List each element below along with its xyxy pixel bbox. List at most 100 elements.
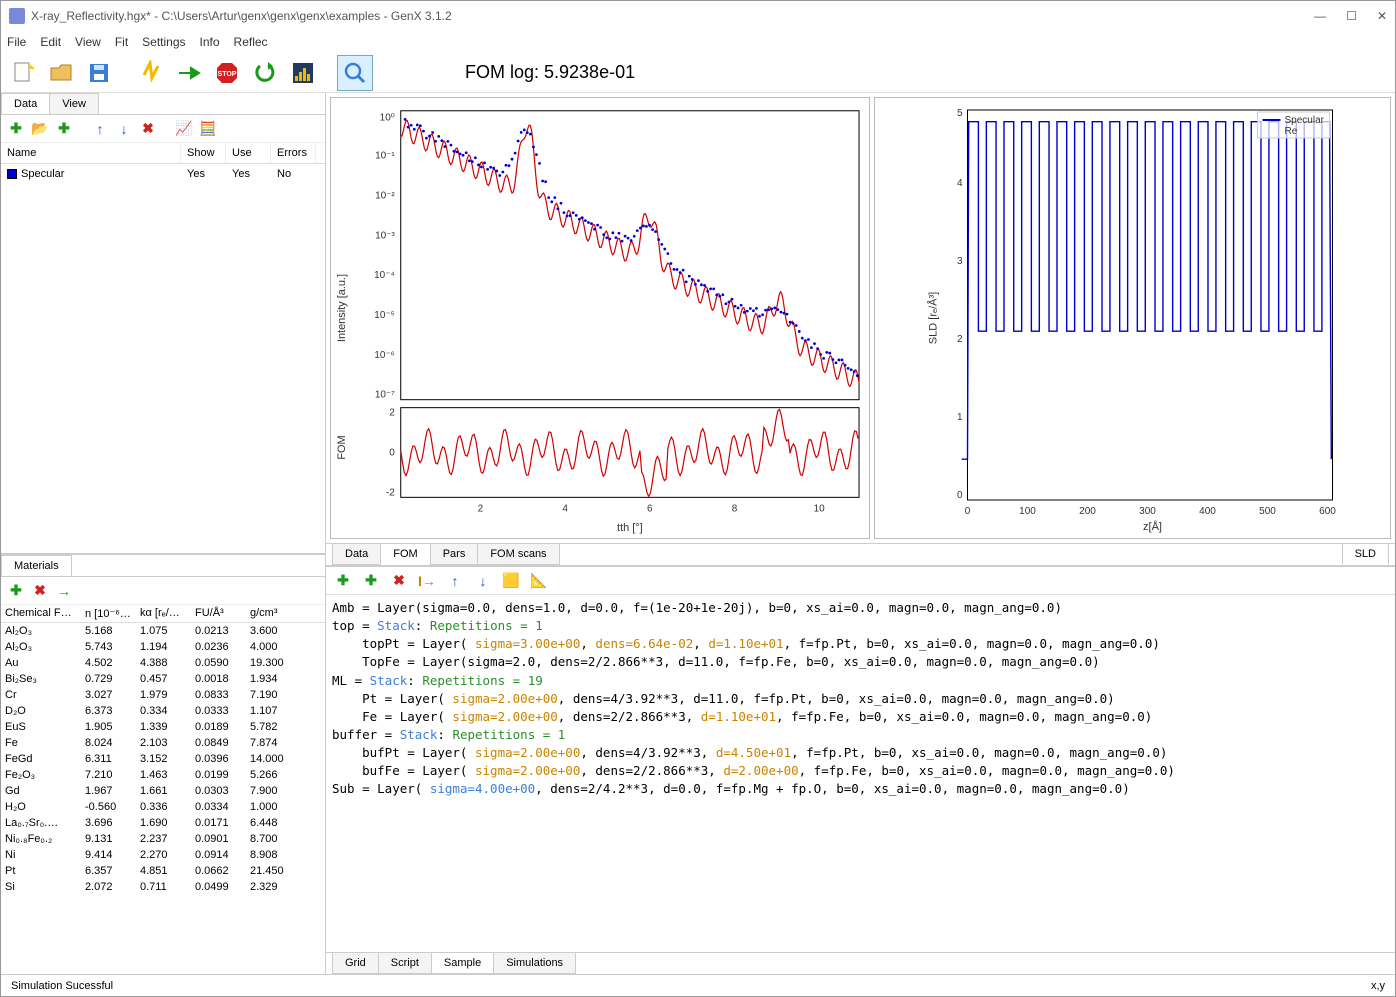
calc-button[interactable]: 🧮 [197, 118, 219, 140]
reflectivity-plot[interactable]: Intensity [a.u.] FOM tth [°] 10⁻⁷10⁻⁶10⁻… [330, 97, 870, 539]
materials-row[interactable]: EuS1.9051.3390.01895.782 [1, 719, 325, 735]
dataset-row[interactable]: Specular Yes Yes No [1, 164, 325, 184]
refl-xlabel: tth [°] [617, 522, 643, 534]
delete-material-button[interactable]: ✖ [29, 580, 51, 602]
tab-grid[interactable]: Grid [332, 952, 379, 974]
plot-tab-pars[interactable]: Pars [430, 543, 479, 565]
materials-row[interactable]: Si2.0720.7110.04992.329 [1, 879, 325, 895]
tab-materials[interactable]: Materials [1, 555, 72, 576]
materials-row[interactable]: FeGd6.3113.1520.039614.000 [1, 751, 325, 767]
instrument-settings-button[interactable]: 📐 [528, 570, 550, 592]
materials-row[interactable]: Fe8.0242.1030.08497.874 [1, 735, 325, 751]
menubar: File Edit View Fit Settings Info Reflec [1, 31, 1395, 53]
delete-dataset-button[interactable]: ✖ [137, 118, 159, 140]
tab-view[interactable]: View [49, 93, 99, 114]
import-dataset-button[interactable]: 📂 [29, 118, 51, 140]
materials-row[interactable]: Al₂O₃5.7431.1940.02364.000 [1, 639, 325, 655]
status-message: Simulation Sucessful [11, 980, 113, 992]
mat-col-density[interactable]: g/cm³ [246, 605, 301, 622]
svg-text:3: 3 [957, 256, 963, 267]
stop-fit-button[interactable]: STOP [209, 55, 245, 91]
svg-text:-2: -2 [386, 487, 395, 498]
bottom-tabs: Grid Script Sample Simulations [326, 952, 1395, 974]
materials-row[interactable]: Fe₂O₃7.2101.4630.01995.266 [1, 767, 325, 783]
svg-text:0: 0 [957, 490, 963, 501]
tab-data[interactable]: Data [1, 93, 50, 114]
dataset-col-name[interactable]: Name [1, 143, 181, 163]
move-layer-up-button[interactable]: ↑ [444, 570, 466, 592]
mat-col-formula[interactable]: Chemical F… [1, 605, 81, 622]
open-file-button[interactable] [43, 55, 79, 91]
materials-table[interactable]: Chemical F… n [10⁻⁶… kα [rₑ/… FU/Å³ g/cm… [1, 605, 325, 974]
materials-row[interactable]: Al₂O₃5.1681.0750.02133.600 [1, 623, 325, 639]
materials-row[interactable]: Gd1.9671.6610.03037.900 [1, 783, 325, 799]
tab-sample[interactable]: Sample [431, 952, 494, 974]
close-button[interactable]: ✕ [1377, 9, 1387, 23]
rename-layer-button[interactable]: I→ [416, 570, 438, 592]
save-file-button[interactable] [81, 55, 117, 91]
dataset-col-errors[interactable]: Errors [271, 143, 316, 163]
materials-row[interactable]: H₂O-0.5600.3360.03341.000 [1, 799, 325, 815]
simulate-button[interactable] [133, 55, 169, 91]
materials-row[interactable]: Ni9.4142.2700.09148.908 [1, 847, 325, 863]
sample-code[interactable]: Amb = Layer(sigma=0.0, dens=1.0, d=0.0, … [326, 595, 1395, 952]
analyze-button[interactable] [285, 55, 321, 91]
maximize-button[interactable]: ☐ [1346, 9, 1357, 23]
tab-simulations[interactable]: Simulations [493, 952, 576, 974]
move-down-button[interactable]: ↓ [113, 118, 135, 140]
svg-text:100: 100 [1019, 506, 1036, 517]
add-layer-button[interactable]: ✚ [332, 570, 354, 592]
sample-settings-button[interactable]: 🟨 [500, 570, 522, 592]
mat-col-ka[interactable]: kα [rₑ/… [136, 605, 191, 622]
sld-ylabel: SLD [rₑ/Å³] [927, 292, 940, 344]
sample-toolbar: ✚ ✚ ✖ I→ ↑ ↓ 🟨 📐 [326, 567, 1395, 595]
mat-col-fu[interactable]: FU/Å³ [191, 605, 246, 622]
menu-edit[interactable]: Edit [40, 35, 61, 49]
apply-material-button[interactable]: → [53, 580, 75, 602]
dataset-toolbar: ✚ 📂 ✚ ↑ ↓ ✖ 📈 🧮 [1, 115, 325, 143]
materials-row[interactable]: Au4.5024.3880.059019.300 [1, 655, 325, 671]
duplicate-dataset-button[interactable]: ✚ [53, 118, 75, 140]
materials-toolbar: ✚ ✖ → [1, 577, 325, 605]
svg-text:5: 5 [957, 108, 963, 119]
dataset-col-show[interactable]: Show [181, 143, 226, 163]
sld-plot[interactable]: SLD [rₑ/Å³] z[Å] 012345 0100200300400500… [874, 97, 1391, 539]
svg-text:300: 300 [1139, 506, 1156, 517]
materials-row[interactable]: La₀.₇Sr₀.…3.6961.6900.01716.448 [1, 815, 325, 831]
delete-layer-button[interactable]: ✖ [388, 570, 410, 592]
plot-tab-fom[interactable]: FOM [380, 543, 430, 565]
menu-fit[interactable]: Fit [115, 35, 128, 49]
plot-tab-data[interactable]: Data [332, 543, 381, 565]
menu-file[interactable]: File [7, 35, 26, 49]
materials-row[interactable]: Ni₀.₈Fe₀.₂9.1312.2370.09018.700 [1, 831, 325, 847]
menu-info[interactable]: Info [200, 35, 220, 49]
main-toolbar: STOP FOM log: 5.9238e-01 [1, 53, 1395, 93]
add-dataset-button[interactable]: ✚ [5, 118, 27, 140]
minimize-button[interactable]: — [1314, 9, 1326, 23]
resume-fit-button[interactable] [247, 55, 283, 91]
move-up-button[interactable]: ↑ [89, 118, 111, 140]
add-material-button[interactable]: ✚ [5, 580, 27, 602]
materials-row[interactable]: D₂O6.3730.3340.03331.107 [1, 703, 325, 719]
materials-row[interactable]: Cr3.0271.9790.08337.190 [1, 687, 325, 703]
plot-settings-button[interactable]: 📈 [173, 118, 195, 140]
dataset-col-use[interactable]: Use [226, 143, 271, 163]
new-file-button[interactable] [5, 55, 41, 91]
menu-reflec[interactable]: Reflec [234, 35, 268, 49]
menu-settings[interactable]: Settings [142, 35, 185, 49]
plots-area: Intensity [a.u.] FOM tth [°] 10⁻⁷10⁻⁶10⁻… [326, 93, 1395, 543]
add-stack-button[interactable]: ✚ [360, 570, 382, 592]
plot-tab-fomscans[interactable]: FOM scans [477, 543, 559, 565]
menu-view[interactable]: View [75, 35, 101, 49]
tab-script[interactable]: Script [378, 952, 432, 974]
svg-text:400: 400 [1199, 506, 1216, 517]
main-content: Data View ✚ 📂 ✚ ↑ ↓ ✖ 📈 🧮 Name Show Use [1, 93, 1395, 974]
zoom-button[interactable] [337, 55, 373, 91]
materials-row[interactable]: Pt6.3574.8510.066221.450 [1, 863, 325, 879]
materials-row[interactable]: Bi₂Se₃0.7290.4570.00181.934 [1, 671, 325, 687]
plot-tab-sld[interactable]: SLD [1342, 543, 1389, 565]
move-layer-down-button[interactable]: ↓ [472, 570, 494, 592]
mat-col-n[interactable]: n [10⁻⁶… [81, 605, 136, 622]
run-fit-button[interactable] [171, 55, 207, 91]
plot-tabs-row: Data FOM Pars FOM scans SLD [326, 543, 1395, 566]
